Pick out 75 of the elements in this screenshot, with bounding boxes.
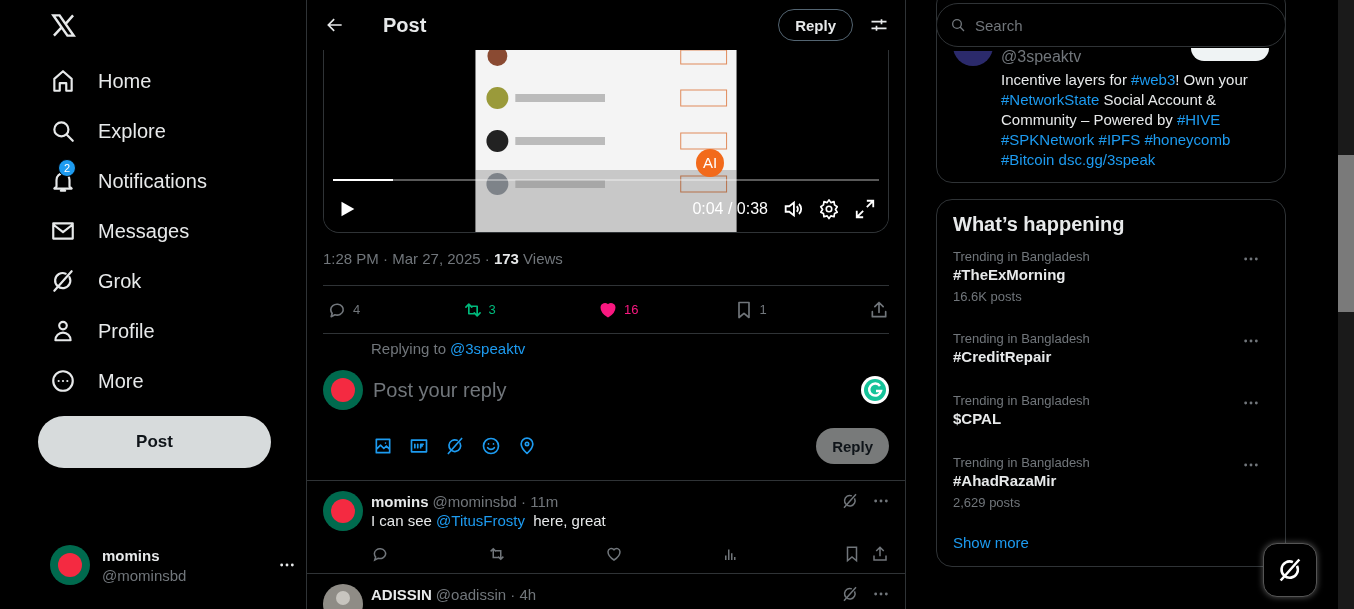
hashtag-link[interactable]: #IPFS <box>1098 131 1141 148</box>
trend-item[interactable]: Trending in Bangladesh $CPAL <box>937 380 1285 442</box>
trend-post-count: 2,629 posts <box>953 495 1022 511</box>
smiley-icon[interactable] <box>481 436 501 456</box>
share-icon[interactable] <box>871 545 889 563</box>
grok-button[interactable] <box>1263 543 1317 597</box>
share-icon[interactable] <box>869 299 889 320</box>
search-field[interactable]: Search <box>936 3 1286 47</box>
account-name: momins <box>102 546 161 564</box>
show-more-link[interactable]: Show more <box>953 534 1029 551</box>
repost-icon[interactable] <box>488 545 506 563</box>
profile-bio: Incentive layers for #web3! Own your #NetworkState Social Account & Community – Powered by #HIVE #SPKNetwork #IPFS #honeycomb #Bitcoin dsc.gg/3speak <box>1001 70 1249 170</box>
home-icon <box>50 68 76 94</box>
x-logo-icon[interactable] <box>50 11 77 39</box>
avatar <box>323 370 363 410</box>
trend-item[interactable]: Trending in Bangladesh #AhadRazaMir 2,629 posts <box>937 442 1285 524</box>
action-count: 1 <box>759 302 767 317</box>
hashtag-link[interactable]: #honeycomb <box>1144 131 1231 148</box>
reply-text: I can see @TitusFrosty here, great <box>371 511 607 531</box>
trend-context: Trending in Bangladesh <box>953 393 1091 409</box>
mention-link[interactable]: @TitusFrosty <box>436 512 525 529</box>
post-timestamp: 1:28 PM · Mar 27, 2025 · 173 Views <box>323 249 889 286</box>
author-name[interactable]: ADISSIN <box>371 585 432 603</box>
action-count: 3 <box>488 302 496 317</box>
nav-item[interactable]: Home <box>38 56 164 106</box>
nav-item[interactable]: Explore <box>38 106 178 156</box>
nav-item[interactable]: Profile <box>38 306 167 356</box>
author-handle: @oadissin · 4h <box>435 585 537 603</box>
notification-badge: 2 <box>58 159 76 177</box>
section-title: What’s happening <box>952 212 1126 236</box>
account-handle: @mominsbd <box>102 566 187 584</box>
fullscreen-icon[interactable] <box>854 198 876 220</box>
nav-item[interactable]: Grok <box>38 256 154 306</box>
hashtag-link[interactable]: #HIVE <box>1176 111 1221 128</box>
profile-handle: @3speaktv <box>1001 48 1082 66</box>
trend-context: Trending in Bangladesh <box>953 249 1091 265</box>
trend-name: #TheExMorning <box>953 265 1067 285</box>
replying-to-label: Replying to <box>371 340 447 358</box>
hashtag-link[interactable]: #Bitcoin <box>1001 151 1055 168</box>
trend-name: #CreditRepair <box>953 347 1053 367</box>
settings-icon[interactable] <box>818 198 840 220</box>
trend-context: Trending in Bangladesh <box>953 331 1091 347</box>
location-pin-icon[interactable] <box>517 436 537 456</box>
avatar <box>50 545 90 585</box>
trend-name: $CPAL <box>953 409 1003 429</box>
speech-bubble-icon[interactable] <box>371 545 389 563</box>
post-button[interactable]: Post <box>38 416 271 468</box>
url-link[interactable]: dsc.gg/3speak <box>1058 151 1156 168</box>
hashtag-link[interactable]: #SPKNetwork <box>1001 131 1095 148</box>
author-handle: @mominsbd · 11m <box>432 492 559 510</box>
author-name[interactable]: momins <box>371 492 429 510</box>
page-title: Post <box>383 13 427 37</box>
trend-name: #AhadRazaMir <box>953 471 1058 491</box>
search-icon <box>950 17 966 33</box>
trend-context: Trending in Bangladesh <box>953 455 1091 471</box>
action-count: 4 <box>353 302 361 317</box>
nav-item[interactable]: More <box>38 356 156 406</box>
image-icon[interactable] <box>373 436 393 456</box>
gif-icon[interactable] <box>409 436 429 456</box>
grammarly-icon[interactable] <box>861 376 889 404</box>
scrollbar[interactable] <box>1338 0 1354 609</box>
nav-item[interactable]: 2 Notifications <box>38 156 219 206</box>
action-count: 16 <box>624 302 639 317</box>
heart-icon[interactable] <box>605 545 623 563</box>
nav-item[interactable]: Messages <box>38 206 202 256</box>
follow-button[interactable] <box>1191 48 1269 61</box>
search-icon <box>50 118 76 144</box>
more-icon <box>50 368 76 394</box>
trend-item[interactable]: Trending in Bangladesh #CreditRepair <box>937 318 1285 380</box>
avatar[interactable] <box>323 491 363 531</box>
trend-item[interactable]: Trending in Bangladesh #TheExMorning 16.6K posts <box>937 236 1285 318</box>
more-options-icon[interactable] <box>279 563 295 567</box>
volume-icon[interactable] <box>782 198 804 220</box>
hashtag-link[interactable]: #NetworkState <box>1001 91 1100 108</box>
trend-post-count: 16.6K posts <box>953 289 1023 305</box>
